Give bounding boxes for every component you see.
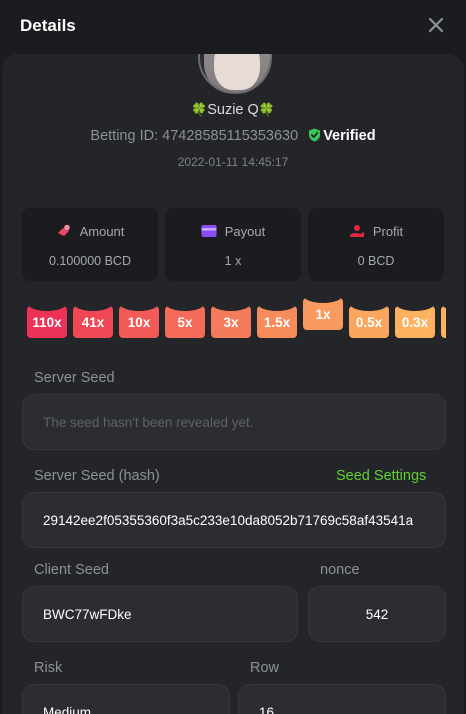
avatar: [198, 54, 272, 94]
multiplier-chip: 0.3x: [395, 306, 435, 338]
username-text: Suzie Q: [207, 102, 259, 118]
stat-label: Amount: [79, 224, 125, 239]
card-icon: [201, 225, 217, 237]
stat-value: 1 x: [224, 254, 242, 268]
close-icon[interactable]: [424, 13, 448, 37]
stat-label: Payout: [224, 224, 266, 239]
stat-label: Profit: [372, 224, 404, 239]
multiplier-label: 110x: [32, 315, 62, 330]
risk-field[interactable]: Medium: [22, 684, 230, 714]
row-field[interactable]: 16: [238, 684, 446, 714]
multiplier-label: 41x: [81, 315, 105, 330]
multiplier-label: 5x: [177, 315, 193, 330]
nonce-field[interactable]: 542: [308, 586, 446, 642]
server-seed-field[interactable]: The seed hasn't been revealed yet.: [22, 394, 446, 450]
clover-icon: 🍀: [191, 102, 208, 117]
client-seed-label: Client Seed: [34, 562, 109, 578]
stat-profit: Profit 0 BCD: [308, 208, 444, 281]
row-label: Row: [250, 660, 280, 676]
multiplier-chip: 0.5x: [349, 306, 389, 338]
modal-header: Details: [0, 0, 466, 54]
shield-check-icon: [309, 128, 321, 142]
seed-settings-link[interactable]: Seed Settings: [336, 468, 426, 484]
server-seed-label: Server Seed: [34, 370, 115, 386]
multiplier-label: 0.5x: [355, 315, 383, 330]
betting-id-value: 47428585115353630: [162, 128, 299, 144]
multiplier-chip: 5x: [165, 306, 205, 338]
multiplier-chip: 3x: [211, 306, 251, 338]
stat-value: 0 BCD: [357, 254, 395, 268]
nonce-label: nonce: [320, 562, 360, 578]
details-panel: 🍀Suzie Q🍀 Betting ID: 47428585115353630 …: [2, 54, 464, 714]
verified-badge: Verified: [323, 128, 376, 144]
client-seed-field[interactable]: BWC77wFDke: [22, 586, 298, 642]
hand-icon: [349, 225, 364, 237]
username[interactable]: 🍀Suzie Q🍀: [2, 102, 464, 118]
server-seed-hash-label: Server Seed (hash): [34, 468, 160, 484]
betting-id: Betting ID: 47428585115353630 Verified: [2, 128, 464, 144]
stat-payout: Payout 1 x: [165, 208, 301, 281]
risk-label: Risk: [34, 660, 63, 676]
multiplier-row: 110x 41x 10x 5x 3x 1.5x 1x 0.5x 0.3x 0.3x: [24, 298, 446, 342]
multiplier-label: 10x: [127, 315, 151, 330]
server-seed-hash-field[interactable]: 29142ee2f05355360f3a5c233e10da8052b71769…: [22, 492, 446, 548]
multiplier-label: 0.3x: [401, 315, 429, 330]
betting-id-label: Betting ID:: [90, 128, 159, 144]
multiplier-chip: 110x: [27, 306, 67, 338]
multiplier-chip: 1.5x: [257, 306, 297, 338]
coins-icon: [57, 224, 70, 236]
stat-value: 0.100000 BCD: [48, 254, 131, 268]
bet-timestamp: 2022-01-11 14:45:17: [177, 155, 289, 169]
stat-amount: Amount 0.100000 BCD: [22, 208, 158, 281]
multiplier-label: 1x: [315, 307, 331, 322]
multiplier-chip: 41x: [73, 306, 113, 338]
multiplier-chip: 10x: [119, 306, 159, 338]
clover-icon: 🍀: [258, 102, 275, 117]
multiplier-chip: 0.3x: [441, 306, 446, 338]
multiplier-label: 3x: [223, 315, 239, 330]
multiplier-chip: 1x: [303, 298, 343, 330]
multiplier-label: 1.5x: [263, 315, 291, 330]
modal-title: Details: [20, 16, 76, 35]
